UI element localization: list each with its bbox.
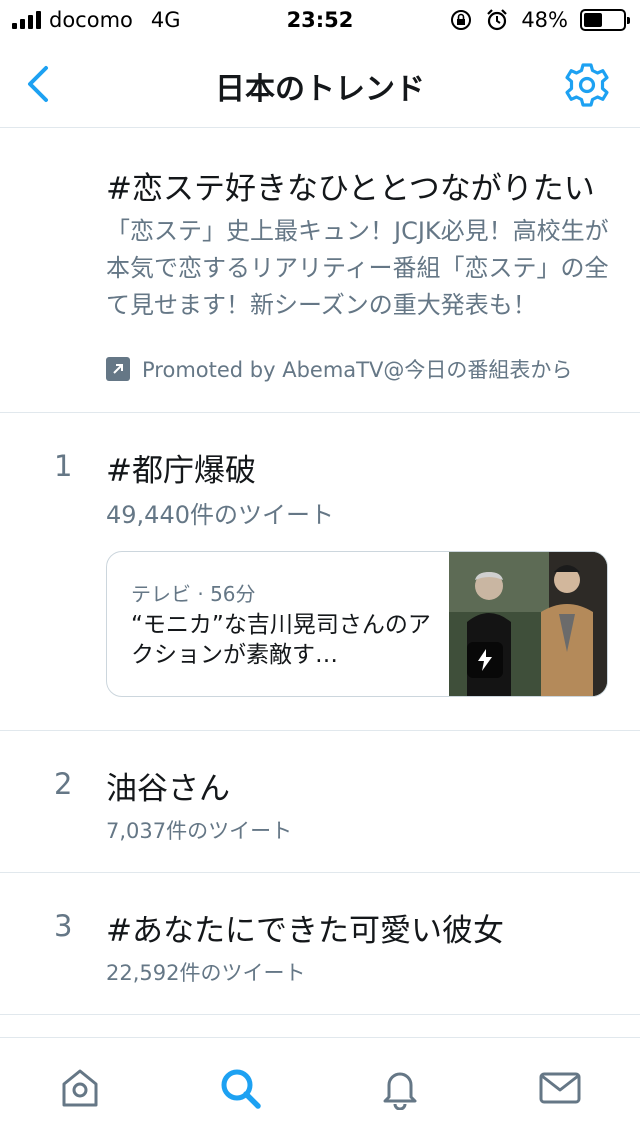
battery-fill [584, 13, 603, 27]
promoted-by-line: Promoted by AbemaTV@今日の番組表から [106, 354, 572, 384]
news-headline: “モニカ”な吉川晃司さんのアクションが素敵す… [131, 612, 431, 668]
trend-item[interactable]: 3 #あなたにできた可愛い彼女 22,592件のツイート [0, 873, 640, 1015]
trend-rank: 2 [54, 767, 73, 801]
tab-search[interactable] [218, 1066, 262, 1110]
notifications-icon [383, 1072, 417, 1111]
lightning-icon [478, 649, 492, 671]
news-meta: テレビ · 56分 [131, 582, 256, 606]
alarm-icon [487, 9, 508, 31]
trend-item[interactable]: 2 油谷さん 7,037件のツイート [0, 731, 640, 873]
tweet-count: 49,440件のツイート [106, 501, 334, 529]
gear-icon [565, 63, 609, 107]
trend-item[interactable]: 1 #都庁爆破 49,440件のツイート テレビ · 56分 “モニカ”な吉川晃… [0, 413, 640, 731]
tab-messages[interactable] [538, 1066, 582, 1110]
rotation-lock-icon [451, 10, 472, 30]
search-icon [221, 1069, 261, 1109]
tab-bar [0, 1037, 640, 1136]
page-title: 日本のトレンド [215, 72, 425, 107]
news-thumbnail [449, 552, 607, 696]
trend-rank: 3 [54, 909, 73, 943]
battery-percent: 48% [521, 8, 568, 32]
battery-icon [580, 9, 630, 31]
trend-name[interactable]: 油谷さん [106, 763, 230, 808]
lightning-badge [467, 642, 503, 678]
trend-name[interactable]: #あなたにできた可愛い彼女 [106, 905, 504, 950]
promoted-trend[interactable]: #恋ステ好きなひととつながりたい 「恋ステ」史上最キュン！JCJK必見！高校生が… [0, 129, 640, 413]
trend-rank: 1 [54, 449, 73, 483]
status-right: 48% [449, 8, 630, 32]
settings-button[interactable] [564, 62, 610, 108]
promoted-description: 「恋ステ」史上最キュン！JCJK必見！高校生が本気で恋するリアリティー番組「恋ス… [106, 217, 609, 319]
status-bar: docomo 4G 23:52 48% [0, 0, 640, 40]
tab-notifications[interactable] [378, 1066, 422, 1111]
tab-home[interactable] [58, 1066, 102, 1110]
tweet-count: 7,037件のツイート [106, 819, 293, 843]
tweet-count: 22,592件のツイート [106, 961, 306, 985]
arrow-up-right-icon [113, 364, 123, 374]
promoted-icon [106, 357, 130, 381]
messages-icon [539, 1072, 581, 1104]
trend-name[interactable]: #都庁爆破 [106, 445, 256, 490]
trend-list: #恋ステ好きなひととつながりたい 「恋ステ」史上最キュン！JCJK必見！高校生が… [0, 129, 640, 1015]
nav-bar: 日本のトレンド [0, 40, 640, 128]
home-icon [62, 1069, 98, 1107]
news-card[interactable]: テレビ · 56分 “モニカ”な吉川晃司さんのアクションが素敵す… [106, 551, 608, 697]
promoted-hashtag[interactable]: #恋ステ好きなひととつながりたい [106, 163, 595, 208]
promoted-by-label: Promoted by AbemaTV@今日の番組表から [142, 358, 573, 382]
